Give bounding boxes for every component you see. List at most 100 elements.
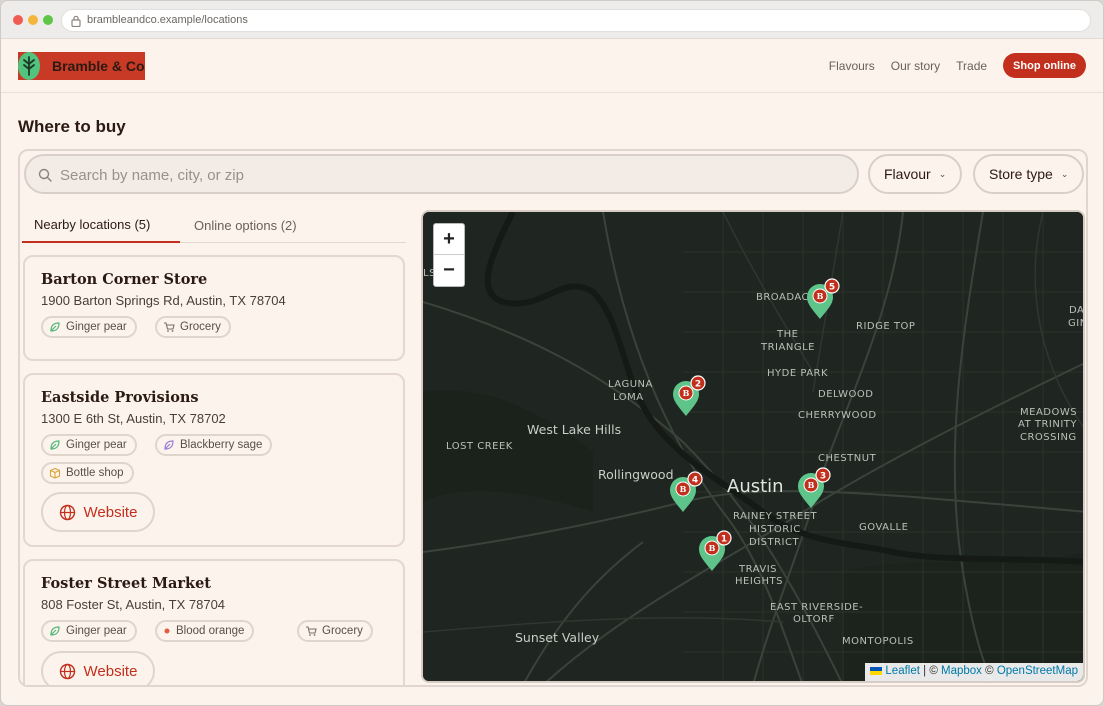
flavour-chip: Ginger pear [41, 620, 137, 642]
svg-text:3: 3 [820, 472, 826, 482]
svg-text:2: 2 [695, 380, 701, 390]
map-label: DISTRICT [749, 537, 799, 548]
svg-text:5: 5 [829, 283, 835, 293]
flavour-chip: Ginger pear [41, 434, 137, 456]
minimize-window-button[interactable] [28, 15, 38, 25]
browser-chrome: brambleandco.example/locations [1, 1, 1103, 39]
brand-logo[interactable]: Bramble & Co [18, 52, 145, 80]
website-button[interactable]: Website [41, 492, 155, 532]
map-label: AT TRINITY [1018, 419, 1077, 430]
zoom-controls: + − [433, 223, 465, 287]
svg-text:B: B [808, 480, 815, 490]
tab-online-label: Online options (2) [194, 217, 297, 233]
location-card[interactable]: Foster Street Market 808 Foster St, Aust… [23, 559, 405, 685]
leaflet-link[interactable]: Leaflet [885, 665, 920, 677]
cart-icon [306, 626, 317, 636]
location-card[interactable]: Barton Corner Store 1900 Barton Springs … [23, 255, 405, 361]
mapbox-link[interactable]: Mapbox [941, 665, 982, 677]
cart-icon [164, 322, 175, 332]
website-button-label: Website [83, 503, 138, 521]
chevron-down-icon: ⌄ [938, 168, 947, 179]
flavour-chip: Blood orange [155, 620, 255, 642]
flavour-chip-label: Blackberry sage [180, 439, 263, 451]
map-label: LAGUNA [608, 379, 653, 390]
flavour-chip-label: Ginger pear [66, 625, 127, 637]
flavour-chip: Ginger pear [41, 316, 137, 338]
shop-online-button[interactable]: Shop online [1003, 53, 1086, 78]
store-type-chip-label: Bottle shop [66, 467, 124, 479]
attribution-separator: | © [923, 665, 938, 677]
location-address: 1900 Barton Springs Rd, Austin, TX 78704 [41, 293, 286, 308]
map-label: CHERRYWOOD [798, 410, 877, 421]
location-name: Foster Street Market [41, 575, 212, 592]
url-text: brambleandco.example/locations [87, 14, 248, 26]
map-label: DELWOOD [818, 389, 874, 400]
flavour-filter-label: Flavour [884, 166, 931, 182]
store-type-chip-label: Grocery [322, 625, 363, 637]
map-city-label: Austin [727, 476, 784, 497]
site-header: Bramble & Co Flavours Our story Trade Sh… [1, 39, 1103, 93]
zoom-out-button[interactable]: − [434, 255, 464, 286]
svg-text:B: B [680, 484, 687, 494]
map-label: RAINEY STREET [733, 511, 817, 522]
store-type-chip: Grocery [297, 620, 373, 642]
tab-online-options[interactable]: Online options (2) [182, 207, 309, 243]
search-input[interactable] [60, 164, 840, 186]
svg-text:B: B [683, 388, 690, 398]
flavour-chip-label: Ginger pear [66, 321, 127, 333]
location-tabs: Nearby locations (5) Online options (2) [22, 207, 406, 243]
location-address: 808 Foster St, Austin, TX 78704 [41, 597, 226, 612]
search-box[interactable] [24, 154, 859, 194]
close-window-button[interactable] [13, 15, 23, 25]
address-bar[interactable]: brambleandco.example/locations [61, 9, 1091, 32]
website-button-label: Website [83, 662, 138, 680]
map-label: HEIGHTS [735, 576, 783, 587]
zoom-in-button[interactable]: + [434, 224, 464, 255]
store-locator-panel: Flavour ⌄ Store type ⌄ Nearby locations … [18, 149, 1088, 687]
map-label: EAST RIVERSIDE- [770, 602, 863, 613]
map-label: HYDE PARK [767, 368, 828, 379]
map-attribution: Leaflet | © Mapbox © OpenStreetMap [865, 663, 1083, 681]
svg-text:B: B [709, 543, 716, 553]
nav-trade[interactable]: Trade [956, 59, 987, 73]
svg-text:1: 1 [721, 535, 727, 545]
map-label: MONTOPOLIS [842, 636, 914, 647]
store-map[interactable]: LS LAGUNA LOMA LOST CREEK BROADACR RIDGE… [421, 210, 1085, 683]
leaf-icon [164, 440, 174, 450]
map-label: THE [776, 329, 798, 340]
openstreetmap-link[interactable]: OpenStreetMap [997, 665, 1078, 677]
browser-window: brambleandco.example/locations Bramble &… [0, 0, 1104, 706]
location-card[interactable]: Eastside Provisions 1300 E 6th St, Austi… [23, 373, 405, 547]
nav-our-story[interactable]: Our story [891, 59, 940, 73]
map-label: LOMA [613, 392, 644, 403]
chevron-down-icon: ⌄ [1060, 168, 1069, 179]
flavour-filter-dropdown[interactable]: Flavour ⌄ [868, 154, 963, 194]
leaf-logo-icon [18, 52, 40, 80]
map-label: LOST CREEK [446, 441, 513, 452]
flavour-chip-label: Ginger pear [66, 439, 127, 451]
attribution-separator: © [985, 665, 994, 677]
nav-flavours[interactable]: Flavours [829, 59, 875, 73]
box-icon [49, 467, 61, 479]
map-label: CROSSING [1020, 432, 1077, 443]
map-label: RIDGE TOP [856, 321, 915, 332]
tab-nearby-label: Nearby locations (5) [34, 216, 151, 232]
tab-nearby-locations[interactable]: Nearby locations (5) [22, 207, 180, 243]
store-type-filter-dropdown[interactable]: Store type ⌄ [973, 154, 1085, 194]
store-type-chip-label: Grocery [180, 321, 221, 333]
map-label: Rollingwood [598, 467, 674, 482]
leaf-icon [50, 626, 60, 636]
svg-text:4: 4 [692, 476, 698, 486]
search-icon [38, 168, 52, 182]
page-title: Where to buy [18, 117, 126, 136]
flavour-chip-label: Blood orange [176, 625, 245, 637]
map-label: HISTORIC [749, 524, 801, 535]
website-button[interactable]: Website [41, 651, 155, 685]
globe-icon [59, 504, 75, 520]
lock-icon [71, 15, 81, 27]
map-label: TRAVIS [738, 564, 777, 575]
map-label: MEADOWS [1020, 407, 1077, 418]
map-label: CHESTNUT [818, 453, 877, 464]
store-type-chip: Grocery [155, 316, 231, 338]
maximize-window-button[interactable] [43, 15, 53, 25]
